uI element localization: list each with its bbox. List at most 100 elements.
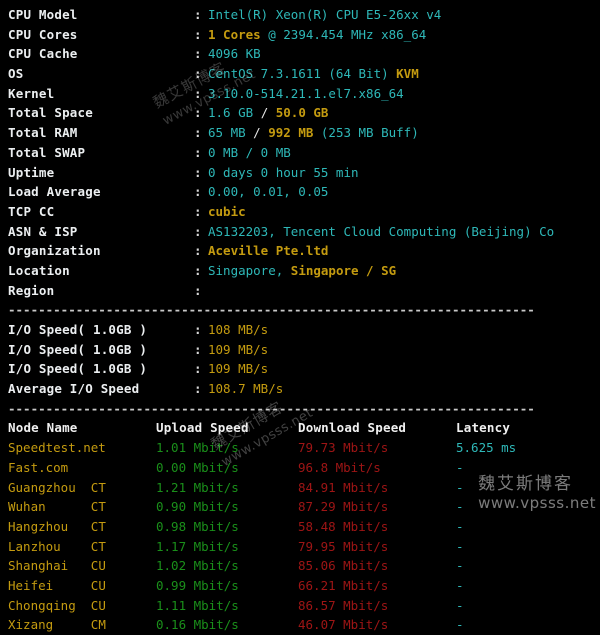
system-info-label: Total SWAP (8, 144, 86, 160)
system-info-value: 4096 KB (208, 44, 261, 64)
speedtest-latency-value: 5.625 ms (456, 440, 517, 456)
speedtest-latency-value: - (456, 597, 464, 613)
io-speed-row: Average I/O Speed:108.7 MB/s (8, 379, 600, 399)
colon-separator: : (194, 66, 202, 82)
speedtest-node-isp: CU (90, 597, 106, 613)
speedtest-node-isp: CU (90, 577, 106, 593)
speedtest-row: Lanzhou CT 1.17 Mbit/s 79.95 Mbit/s - (8, 537, 600, 557)
speedtest-node-pad (76, 598, 91, 613)
io-speed-row: I/O Speed( 1.0GB ):109 MB/s (8, 340, 600, 360)
system-info-value-segment: 1 Cores (208, 26, 261, 42)
system-info-value-segment: 0 days 0 hour 55 min (208, 164, 359, 180)
system-info-value: 3.10.0-514.21.1.el7.x86_64 (208, 84, 404, 104)
io-speed-value: 109 MB/s (208, 341, 269, 357)
colon-separator: : (194, 322, 202, 337)
speedtest-latency-value: - (456, 577, 464, 593)
separator-line-2: ----------------------------------------… (8, 400, 535, 416)
speedtest-node-pad (53, 578, 91, 593)
speedtest-section: Node Name Upload Speed Download Speed Laten… (8, 418, 600, 635)
speedtest-row: Heifei CU 0.99 Mbit/s 66.21 Mbit/s - (8, 576, 600, 596)
speedtest-latency-value: - (456, 459, 464, 475)
speedtest-node-cell: Hangzhou CT (8, 517, 156, 537)
system-info-value: Aceville Pte.ltd (208, 241, 328, 261)
speedtest-node-isp: CT (90, 538, 106, 554)
system-info-label: CPU Model (8, 7, 78, 22)
speedtest-node-name: Xizang (8, 617, 54, 633)
system-info-value-segment: 65 MB (208, 125, 254, 141)
system-info-row: Uptime:0 days 0 hour 55 min (8, 163, 600, 183)
system-info-value-segment: 50.0 GB (275, 105, 329, 121)
system-info-row: ASN & ISP: AS132203, Tencent Cloud Comput… (8, 222, 600, 242)
system-info-value: 0 days 0 hour 55 min (208, 163, 359, 183)
speedtest-node-pad (68, 558, 91, 573)
speedtest-node-pad (53, 617, 91, 632)
io-speed-value: 109 MB/s (208, 361, 269, 377)
speedtest-download-value: 46.07 Mbit/s (298, 617, 389, 633)
speedtest-node-isp: CU (90, 558, 106, 574)
system-info-value: 65 MB / 992 MB (253 MB Buff) (208, 123, 419, 143)
speedtest-node-name: Lanzhou (8, 538, 61, 554)
speedtest-latency-value: - (456, 538, 464, 554)
speedtest-node-cell: Fast.com (8, 458, 156, 478)
colon-separator: : (194, 164, 202, 180)
system-info-label: Organization (8, 243, 101, 259)
system-info-value-segment: Aceville Pte.ltd (208, 243, 329, 259)
system-info-value-segment: Singapore / SG (290, 262, 397, 278)
system-info-value-segment: 1.6 GB (208, 105, 261, 121)
colon-separator: : (194, 341, 202, 357)
speedtest-upload-value: 1.02 Mbit/s (156, 558, 239, 574)
speedtest-node-name: Hangzhou (8, 518, 69, 534)
speedtest-download-value: 96.8 Mbit/s (298, 459, 381, 475)
system-info-row: Total SWAP:0 MB / 0 MB (8, 143, 600, 163)
speedtest-node-isp: CM (90, 617, 106, 633)
colon-separator: : (194, 144, 202, 160)
speedtest-row: Chongqing CU 1.11 Mbit/s 86.57 Mbit/s - (8, 596, 600, 616)
speedtest-row: Shanghai CU 1.02 Mbit/s 85.06 Mbit/s - (8, 556, 600, 576)
colon-separator: : (194, 26, 202, 42)
io-speed-label: I/O Speed( 1.0GB ) (8, 341, 148, 357)
speedtest-node-cell: Speedtest.net (8, 438, 156, 458)
speedtest-row: Fast.com 0.00 Mbit/s 96.8 Mbit/s - (8, 458, 600, 478)
io-speed-label: I/O Speed( 1.0GB ) (8, 361, 148, 377)
system-info-value-segment: Singapore, (208, 262, 291, 278)
system-info-value-segment: 3.10.0-514.21.1.el7.x86_64 (208, 85, 404, 101)
system-info-value: CentOS 7.3.1611 (64 Bit) KVM (208, 64, 419, 84)
speedtest-node-name: Heifei (8, 577, 54, 593)
io-speed-value: 108.7 MB/s (208, 381, 284, 397)
colon-separator: : (194, 243, 202, 259)
system-info-label: Region (8, 282, 55, 298)
colon-separator: : (194, 7, 202, 22)
speedtest-upload-value: 1.11 Mbit/s (156, 597, 239, 613)
separator-line-1: ----------------------------------------… (8, 302, 535, 318)
speedtest-node-cell: Guangzhou CT (8, 478, 156, 498)
system-info-label: Location (8, 262, 70, 278)
system-info-label: ASN & ISP (8, 223, 78, 239)
system-info-value-segment: / (253, 125, 269, 141)
system-info-row: Kernel:3.10.0-514.21.1.el7.x86_64 (8, 84, 600, 104)
speedtest-node-name: Chongqing (8, 597, 76, 613)
system-info-value-segment: KVM (396, 66, 419, 82)
system-info-value-segment: AS132203, Tencent Cloud Computing (Beiji… (208, 223, 555, 239)
speedtest-header-upload: Upload Speed (156, 420, 249, 436)
speedtest-upload-value: 0.16 Mbit/s (156, 617, 239, 633)
system-info-value-segment: / (260, 105, 276, 121)
speedtest-latency-value: - (456, 518, 464, 534)
speedtest-header-node: Node Name (8, 420, 78, 436)
colon-separator: : (194, 262, 202, 278)
colon-separator: : (194, 381, 202, 397)
colon-separator: : (194, 85, 202, 101)
system-info-label: CPU Cache (8, 46, 78, 62)
system-info-label: Total RAM (8, 125, 78, 141)
io-test-section: I/O Speed( 1.0GB ):108 MB/s I/O Speed( 1.… (8, 320, 600, 399)
speedtest-node-isp: CT (90, 479, 106, 495)
speedtest-node-cell: Shanghai CU (8, 556, 156, 576)
speedtest-header-row: Node Name Upload Speed Download Speed Laten… (8, 418, 600, 438)
system-info-value-segment: cubic (208, 203, 246, 219)
speedtest-latency-value: - (456, 558, 464, 574)
system-info-value-segment: 0.00, 0.01, 0.05 (208, 184, 329, 200)
system-info-value: 0 MB / 0 MB (208, 143, 291, 163)
speedtest-node-name: Wuhan (8, 499, 46, 515)
io-speed-label: I/O Speed( 1.0GB ) (8, 322, 148, 337)
speedtest-latency-value: - (456, 617, 464, 633)
speedtest-node-isp: CT (90, 499, 106, 515)
